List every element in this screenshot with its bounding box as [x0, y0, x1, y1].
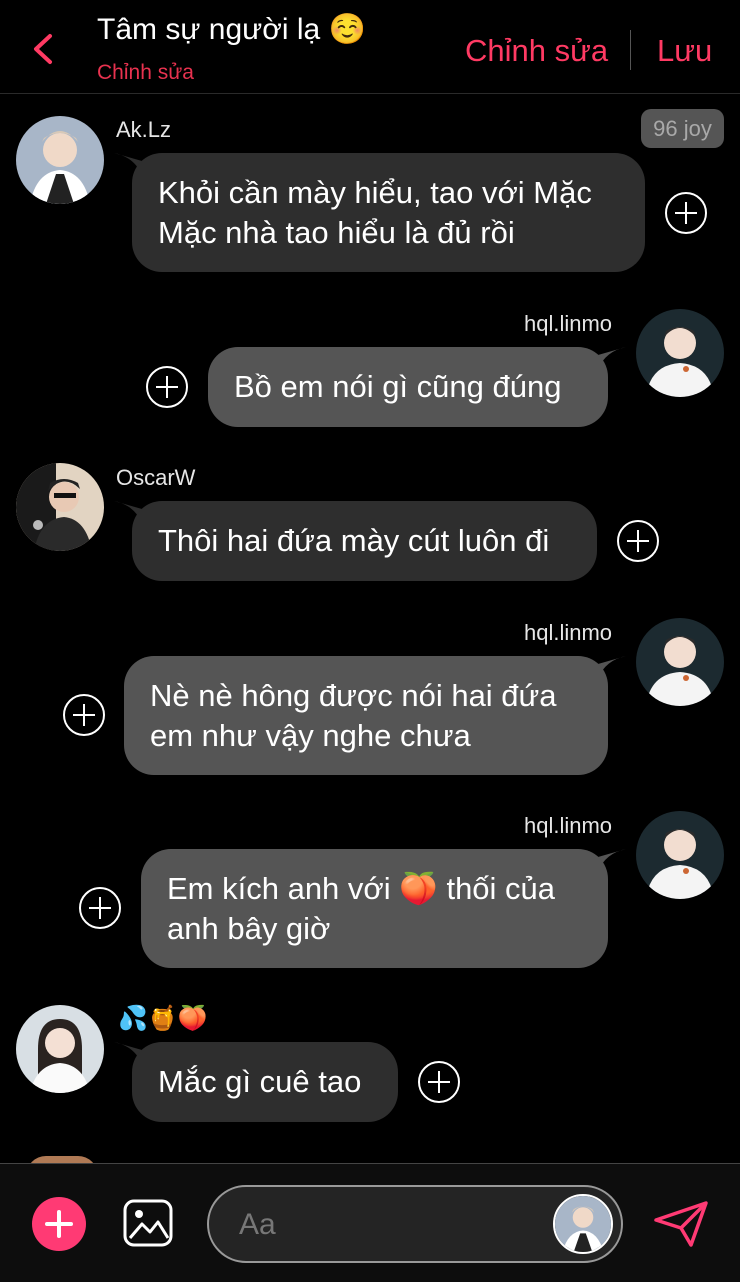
avatar-oscarw[interactable]	[16, 463, 104, 551]
image-icon[interactable]	[122, 1198, 174, 1248]
avatar-ak-lz[interactable]	[16, 116, 104, 204]
message-line: anh bây giờ	[167, 911, 331, 946]
header-bar: Tâm sự người lạ ☺️ Chỉnh sửa Chỉnh sửa L…	[0, 0, 740, 94]
back-chevron-icon[interactable]	[30, 32, 56, 66]
message-line: Mắc gì cuê tao	[158, 1064, 362, 1099]
message-line: Khỏi cần mày hiểu, tao với Mặc	[158, 175, 592, 210]
chat-title: Tâm sự người lạ ☺️	[97, 13, 366, 46]
sender-name: Ak.Lz	[116, 117, 172, 142]
add-reaction-icon[interactable]	[665, 192, 707, 234]
message-bubble[interactable]: Bồ em nói gì cũng đúng	[208, 347, 608, 427]
message-bubble[interactable]: Em kích anh với 🍑 thối của anh bây giờ	[141, 849, 608, 968]
message-bubble[interactable]: Khỏi cần mày hiểu, tao với Mặc Mặc nhà t…	[132, 153, 645, 272]
message-input[interactable]	[237, 1203, 541, 1247]
add-reaction-icon[interactable]	[617, 520, 659, 562]
message-bubble[interactable]: Nè nè hông được nói hai đứa em như vậy n…	[124, 656, 608, 775]
sender-name: hql.linmo	[524, 620, 613, 645]
joy-badge: 96 joy	[641, 109, 724, 148]
add-plus-icon[interactable]	[32, 1197, 86, 1251]
sender-name: hql.linmo	[524, 813, 613, 838]
sender-name: 💦🍯🍑	[118, 1005, 208, 1032]
message-input-wrapper[interactable]	[207, 1185, 623, 1263]
sender-name: hql.linmo	[524, 311, 613, 336]
save-button[interactable]: Lưu	[657, 33, 712, 69]
message-line: em như vậy nghe chưa	[150, 718, 471, 753]
add-reaction-icon[interactable]	[146, 366, 188, 408]
add-reaction-icon[interactable]	[418, 1061, 460, 1103]
edit-button[interactable]: Chỉnh sửa	[465, 33, 608, 69]
avatar-emoji-user[interactable]	[16, 1005, 104, 1093]
add-reaction-icon[interactable]	[79, 887, 121, 929]
header-divider	[630, 30, 631, 70]
message-line: Bồ em nói gì cũng đúng	[234, 369, 562, 404]
message-line: Nè nè hông được nói hai đứa	[150, 678, 557, 713]
message-bubble[interactable]: Thôi hai đứa mày cút luôn đi	[132, 501, 597, 581]
message-line: Mặc nhà tao hiểu là đủ rồi	[158, 215, 515, 250]
avatar-hql-linmo[interactable]	[636, 811, 724, 899]
composer-bar	[0, 1163, 740, 1282]
sender-name: OscarW	[116, 465, 196, 490]
avatar-composer[interactable]	[553, 1194, 613, 1254]
add-reaction-icon[interactable]	[63, 694, 105, 736]
chat-subtitle[interactable]: Chỉnh sửa	[97, 61, 194, 85]
message-line: Em kích anh với 🍑 thối của	[167, 871, 556, 906]
avatar-hql-linmo[interactable]	[636, 309, 724, 397]
send-icon[interactable]	[653, 1200, 709, 1248]
message-line: Thôi hai đứa mày cút luôn đi	[158, 523, 550, 558]
message-bubble[interactable]: Mắc gì cuê tao	[132, 1042, 398, 1122]
avatar-hql-linmo[interactable]	[636, 618, 724, 706]
